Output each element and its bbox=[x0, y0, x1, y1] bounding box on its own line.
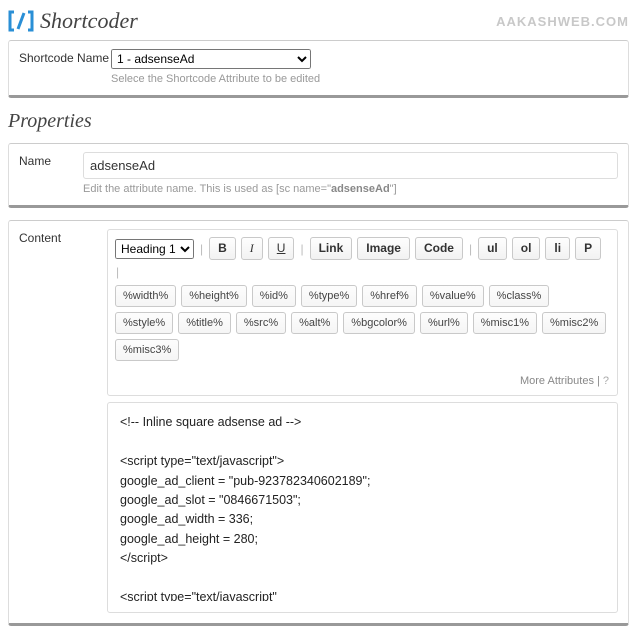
attr-chip[interactable]: %title% bbox=[178, 312, 231, 334]
name-label: Name bbox=[19, 152, 83, 168]
content-label: Content bbox=[19, 229, 107, 245]
site-credit: AAKASHWEB.COM bbox=[496, 14, 629, 29]
name-input[interactable] bbox=[83, 152, 618, 179]
editor-container bbox=[107, 402, 618, 613]
toolbar-separator: | bbox=[115, 265, 120, 279]
li-button[interactable]: li bbox=[545, 237, 570, 260]
link-button[interactable]: Link bbox=[310, 237, 353, 260]
attr-chip[interactable]: %value% bbox=[422, 285, 484, 307]
italic-button[interactable]: I bbox=[241, 237, 263, 260]
shortcode-select[interactable]: 1 - adsenseAd bbox=[111, 49, 311, 69]
p-button[interactable]: P bbox=[575, 237, 601, 260]
code-button[interactable]: Code bbox=[415, 237, 463, 260]
attr-chip[interactable]: %style% bbox=[115, 312, 173, 334]
toolbar-separator: | bbox=[299, 242, 304, 256]
image-button[interactable]: Image bbox=[357, 237, 410, 260]
brand: Shortcoder bbox=[8, 8, 138, 34]
properties-heading: Properties bbox=[8, 110, 629, 133]
heading-select[interactable]: Heading 1 bbox=[115, 239, 194, 259]
ol-button[interactable]: ol bbox=[512, 237, 541, 260]
attr-chip[interactable]: %height% bbox=[181, 285, 247, 307]
shortcode-hint: Selece the Shortcode Attribute to be edi… bbox=[111, 73, 618, 85]
attr-chip[interactable]: %href% bbox=[362, 285, 417, 307]
page-title: Shortcoder bbox=[40, 8, 138, 34]
attr-chip[interactable]: %misc3% bbox=[115, 339, 179, 361]
attribute-chips-row: %width%%height%%id%%type%%href%%value%%c… bbox=[115, 285, 610, 361]
toolbar-separator: | bbox=[199, 242, 204, 256]
shortcode-name-label: Shortcode Name bbox=[19, 49, 111, 65]
attr-chip[interactable]: %class% bbox=[489, 285, 550, 307]
bold-button[interactable]: B bbox=[209, 237, 236, 260]
shortcode-panel: Shortcode Name 1 - adsenseAd Selece the … bbox=[8, 40, 629, 98]
attr-chip[interactable]: %alt% bbox=[291, 312, 338, 334]
attr-chip[interactable]: %misc2% bbox=[542, 312, 606, 334]
page-header: Shortcoder AAKASHWEB.COM bbox=[8, 8, 629, 34]
more-attributes-link[interactable]: More Attributes |? bbox=[520, 375, 609, 387]
attr-chip[interactable]: %bgcolor% bbox=[343, 312, 415, 334]
name-hint: Edit the attribute name. This is used as… bbox=[83, 183, 618, 195]
attr-chip[interactable]: %src% bbox=[236, 312, 286, 334]
content-editor[interactable] bbox=[118, 411, 607, 601]
editor-toolbar: Heading 1 | B I U | Link Image Code | ul… bbox=[107, 229, 618, 396]
attr-chip[interactable]: %id% bbox=[252, 285, 296, 307]
toolbar-separator: | bbox=[468, 242, 473, 256]
underline-button[interactable]: U bbox=[268, 237, 295, 260]
attr-chip[interactable]: %width% bbox=[115, 285, 176, 307]
attr-chip[interactable]: %url% bbox=[420, 312, 468, 334]
name-panel: Name Edit the attribute name. This is us… bbox=[8, 143, 629, 208]
attr-chip[interactable]: %type% bbox=[301, 285, 357, 307]
content-panel: Content Heading 1 | B I U | Link Image C… bbox=[8, 220, 629, 626]
attr-chip[interactable]: %misc1% bbox=[473, 312, 537, 334]
shortcoder-logo-icon bbox=[8, 10, 34, 32]
ul-button[interactable]: ul bbox=[478, 237, 507, 260]
